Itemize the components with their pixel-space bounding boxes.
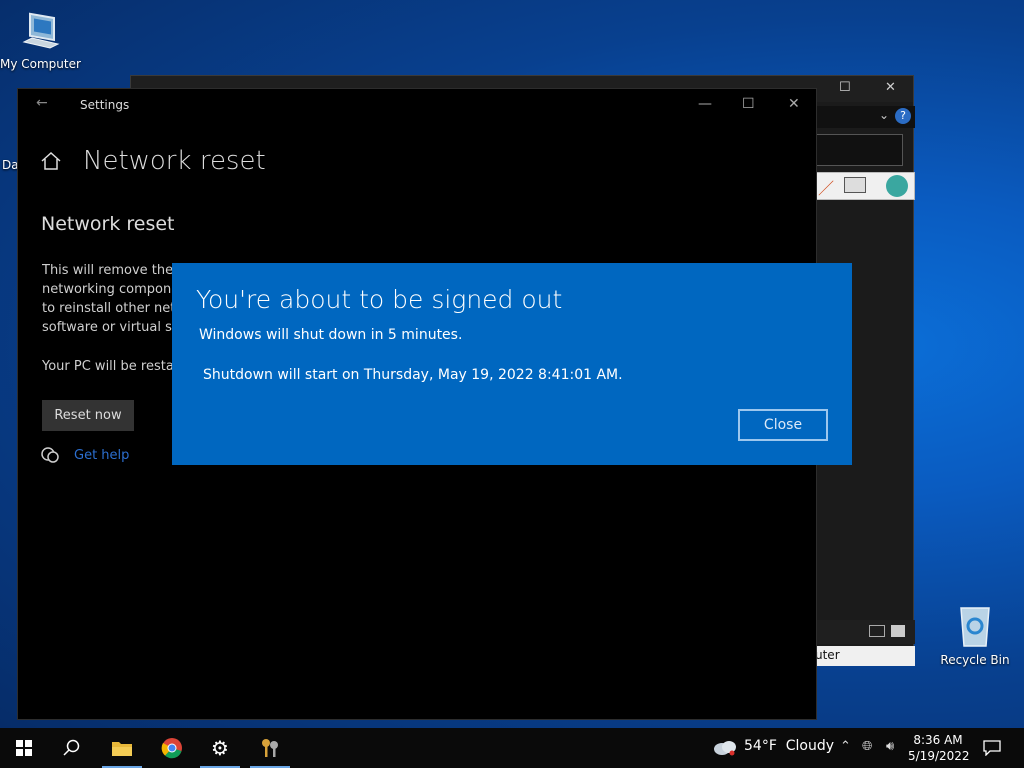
taskbar-settings[interactable]: ⚙ [196,728,244,768]
explorer-status-text: uter [811,646,915,666]
start-button[interactable] [0,728,48,768]
weather-widget[interactable]: 54°F Cloudy [744,738,834,754]
volume-icon[interactable]: 🔊︎ [886,739,894,754]
restart-note: Your PC will be restar [42,359,180,374]
taskbar: ⚙ 54°F Cloudy ⌃ 🌐︎ 🔊︎ 8:36 AM 5/19/2022 [0,728,1024,768]
close-icon[interactable]: ✕ [788,96,800,112]
chrome-icon [161,738,182,759]
dialog-message: Windows will shut down in 5 minutes. [199,327,463,343]
window-title: Settings [80,98,130,112]
get-help-label: Get help [74,448,130,463]
maximize-icon[interactable]: ☐ [839,80,851,95]
folder-icon [112,742,132,756]
explorer-view-toggles [811,620,915,644]
cloud-icon [714,741,736,756]
taskbar-keys-app[interactable] [246,728,294,768]
desktop-icon-label: Recycle Bin [940,653,1010,667]
clock[interactable]: 8:36 AM 5/19/2022 [908,732,970,764]
pencil-icon[interactable]: ／ [818,175,834,199]
minimize-icon[interactable]: — [698,96,712,112]
search-icon [63,739,80,756]
chevron-up-icon[interactable]: ⌃ [840,739,851,754]
reset-now-button[interactable]: Reset now [42,400,134,431]
notification-center-button[interactable] [968,728,1016,768]
weather-text: 54°F Cloudy [744,738,835,754]
chevron-down-icon[interactable]: ⌄ [879,108,889,122]
home-icon[interactable] [40,151,62,171]
large-icons-view-icon[interactable] [891,625,905,637]
maximize-icon[interactable]: ☐ [742,96,755,112]
windows-logo-icon [16,740,32,756]
back-arrow-icon[interactable]: ← [36,95,48,111]
page-title: Network reset [83,146,266,176]
taskbar-chrome[interactable] [148,728,196,768]
details-view-icon[interactable] [869,625,885,637]
desktop-icon-recycle-bin[interactable]: Recycle Bin [940,604,1010,667]
envelope-icon[interactable] [844,177,866,193]
recycle-bin-icon [960,607,990,647]
keys-icon [262,739,278,757]
desktop-icon-label: My Computer [0,57,81,71]
clock-date: 5/19/2022 [908,749,970,763]
help-icon[interactable]: ? [895,108,911,124]
notification-icon [983,740,1001,756]
chat-help-icon [41,447,59,463]
computer-icon [22,12,60,49]
search-button[interactable] [48,728,96,768]
section-title: Network reset [41,213,175,235]
taskbar-file-explorer[interactable] [98,728,146,768]
desktop-icon-my-computer[interactable]: My Computer [0,8,81,71]
gear-icon: ⚙ [211,736,229,760]
explorer-toolbar: ／ [811,172,915,200]
shell-icon[interactable] [886,175,908,197]
explorer-search-box[interactable] [811,134,903,166]
signout-dialog: You're about to be signed out Windows wi… [172,263,852,465]
settings-titlebar[interactable]: ← Settings — ☐ ✕ [18,89,816,121]
close-button[interactable]: Close [738,409,828,441]
get-help-link[interactable]: Get help [40,446,129,468]
globe-icon[interactable]: 🌐︎ [862,739,872,754]
close-icon[interactable]: ✕ [885,80,896,95]
dialog-title: You're about to be signed out [196,285,563,314]
dialog-shutdown-time: Shutdown will start on Thursday, May 19,… [203,367,623,383]
clock-time: 8:36 AM [913,733,963,747]
